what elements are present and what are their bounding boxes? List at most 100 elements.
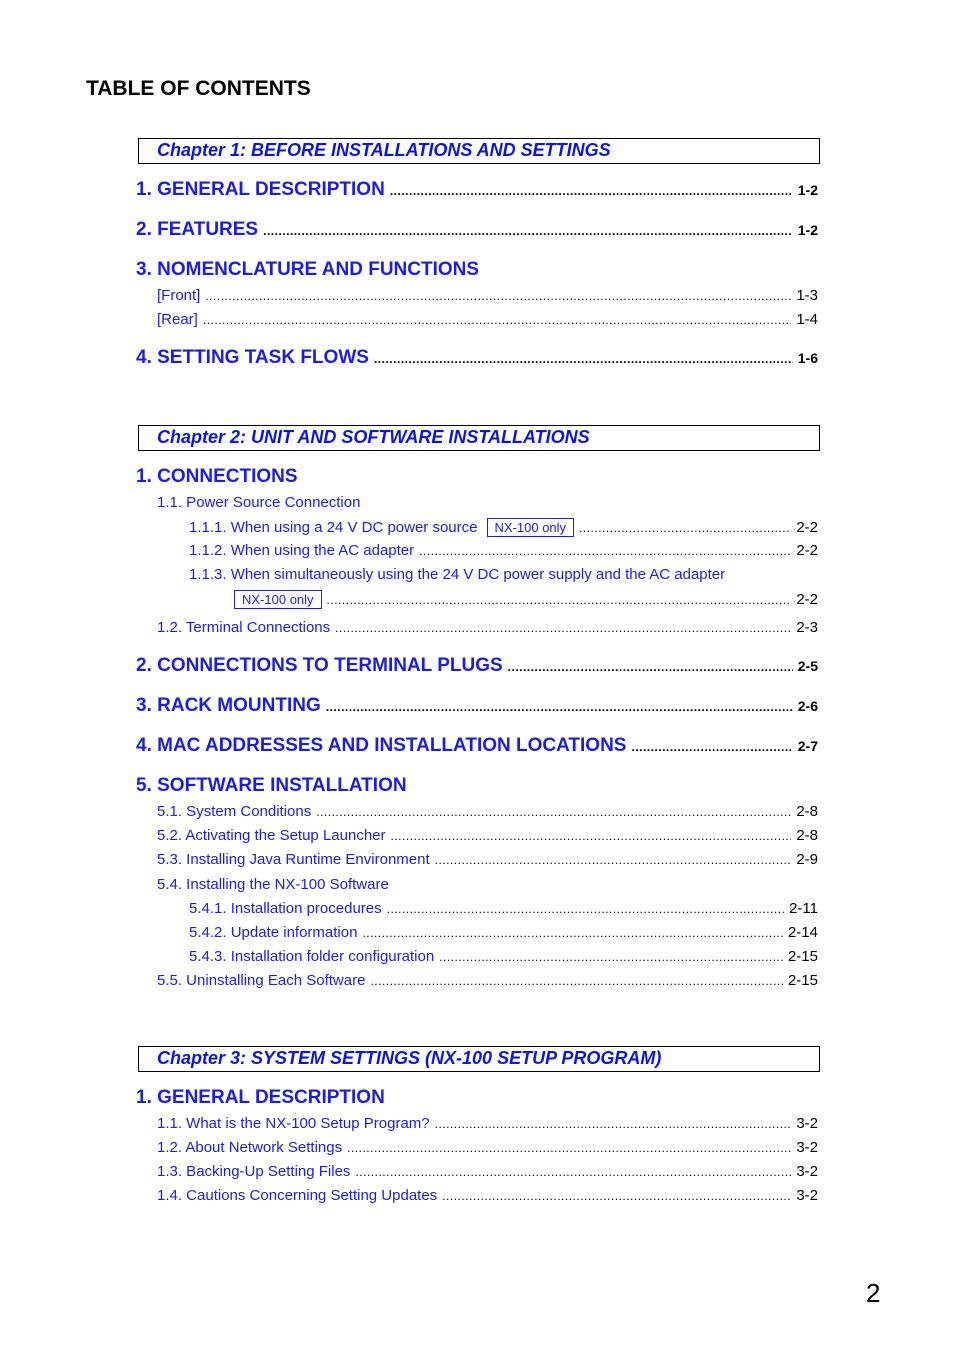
toc-page: 1-2	[797, 222, 818, 238]
toc-entry[interactable]: 4. SETTING TASK FLOWS 1-6	[136, 347, 818, 369]
toc-entry[interactable]: 1.4. Cautions Concerning Setting Updates…	[157, 1187, 818, 1204]
toc-label: 4. SETTING TASK FLOWS	[136, 347, 369, 368]
toc-label: 4. MAC ADDRESSES AND INSTALLATION LOCATI…	[136, 735, 627, 756]
toc-entry[interactable]: [Rear] 1-4	[157, 311, 818, 328]
toc-page: 1-4	[796, 311, 818, 328]
leader-dots	[631, 740, 792, 754]
toc-page: 2-8	[796, 803, 818, 820]
toc-label: 1.2. Terminal Connections	[157, 619, 331, 636]
toc-subsection-heading[interactable]: 5.4. Installing the NX-100 Software	[157, 876, 389, 893]
toc-page: 2-8	[796, 827, 818, 844]
chapter-1-heading: Chapter 1: BEFORE INSTALLATIONS AND SETT…	[138, 138, 820, 164]
toc-section-heading[interactable]: 5. SOFTWARE INSTALLATION	[136, 775, 407, 797]
nx100-only-badge: NX-100 only	[486, 518, 575, 537]
toc-entry[interactable]: 5.4.1. Installation procedures 2-11	[189, 900, 818, 917]
toc-entry[interactable]: [Front] 1-3	[157, 287, 818, 304]
chapter-heading-text: Chapter 1: BEFORE INSTALLATIONS AND SETT…	[157, 140, 611, 160]
leader-dots	[387, 902, 784, 916]
toc-label[interactable]: 1.1.3. When simultaneously using the 24 …	[189, 566, 725, 583]
leader-dots	[355, 1165, 791, 1179]
toc-entry[interactable]: 3. RACK MOUNTING 2-6	[136, 695, 818, 717]
toc-label: 1.4. Cautions Concerning Setting Updates	[157, 1187, 438, 1204]
toc-entry[interactable]: 1. GENERAL DESCRIPTION 1-2	[136, 179, 818, 201]
toc-page: 2-5	[797, 658, 818, 674]
leader-dots	[390, 184, 793, 198]
toc-label: 1.1.2. When using the AC adapter	[189, 542, 415, 559]
toc-section-heading[interactable]: 1. CONNECTIONS	[136, 466, 298, 488]
leader-dots	[370, 974, 783, 988]
toc-label: 1.3. Backing-Up Setting Files	[157, 1163, 351, 1180]
toc-page: 1-2	[797, 182, 818, 198]
page-title: TABLE OF CONTENTS	[86, 77, 311, 100]
leader-dots	[374, 352, 793, 366]
toc-label: 1.1.1. When using a 24 V DC power source	[189, 519, 478, 536]
toc-label: 5.4.3. Installation folder configuration	[189, 948, 435, 965]
toc-page: 2-6	[797, 698, 818, 714]
leader-dots	[419, 544, 791, 558]
toc-subsection-heading[interactable]: 1.1. Power Source Connection	[157, 494, 360, 511]
toc-page: 2-7	[797, 738, 818, 754]
toc-entry[interactable]: 5.4.2. Update information 2-14	[189, 924, 818, 941]
toc-label: 5.2. Activating the Setup Launcher	[157, 827, 386, 844]
toc-page: 2-9	[796, 851, 818, 868]
toc-page: 2-2	[796, 591, 818, 608]
leader-dots	[579, 521, 791, 535]
toc-entry[interactable]: 1.2. Terminal Connections 2-3	[157, 619, 818, 636]
leader-dots	[263, 224, 793, 238]
toc-entry[interactable]: 5.4.3. Installation folder configuration…	[189, 948, 818, 965]
toc-page: 2-2	[796, 519, 818, 536]
toc-label: 5.4.2. Update information	[189, 924, 358, 941]
leader-dots	[203, 313, 791, 327]
toc-entry[interactable]: 1.1.1. When using a 24 V DC power source…	[189, 518, 818, 537]
leader-dots	[362, 926, 783, 940]
toc-entry[interactable]: 5.2. Activating the Setup Launcher 2-8	[157, 827, 818, 844]
toc-label: 2. CONNECTIONS TO TERMINAL PLUGS	[136, 655, 503, 676]
toc-label: 1. GENERAL DESCRIPTION	[136, 179, 385, 200]
leader-dots	[316, 805, 791, 819]
toc-entry[interactable]: 1.1. What is the NX-100 Setup Program? 3-…	[157, 1115, 818, 1132]
page-number: 2	[866, 1278, 881, 1308]
leader-dots	[335, 621, 791, 635]
toc-entry[interactable]: 1.3. Backing-Up Setting Files 3-2	[157, 1163, 818, 1180]
leader-dots	[326, 700, 793, 714]
toc-entry[interactable]: NX-100 only 2-2	[224, 590, 818, 609]
nx100-only-badge: NX-100 only	[234, 590, 322, 609]
toc-label: 1.2. About Network Settings	[157, 1139, 343, 1156]
toc-label: [Rear]	[157, 311, 198, 328]
toc-section-heading[interactable]: 1. GENERAL DESCRIPTION	[136, 1087, 385, 1109]
leader-dots	[347, 1141, 791, 1155]
toc-entry[interactable]: 2. FEATURES 1-2	[136, 219, 818, 241]
toc-label: 3. RACK MOUNTING	[136, 695, 321, 716]
toc-label: 5.4.1. Installation procedures	[189, 900, 382, 917]
toc-label: 5.1. System Conditions	[157, 803, 312, 820]
toc-label: 5.3. Installing Java Runtime Environment	[157, 851, 430, 868]
toc-entry[interactable]: 5.1. System Conditions 2-8	[157, 803, 818, 820]
toc-entry[interactable]: 4. MAC ADDRESSES AND INSTALLATION LOCATI…	[136, 735, 818, 757]
toc-entry[interactable]: 1.2. About Network Settings 3-2	[157, 1139, 818, 1156]
toc-page: 3-2	[796, 1187, 818, 1204]
toc-entry[interactable]: 2. CONNECTIONS TO TERMINAL PLUGS 2-5	[136, 655, 818, 677]
toc-entry[interactable]: 5.3. Installing Java Runtime Environment…	[157, 851, 818, 868]
leader-dots	[205, 289, 791, 303]
leader-dots	[442, 1189, 791, 1203]
toc-page: 2-11	[789, 900, 818, 917]
toc-label: 5.5. Uninstalling Each Software	[157, 972, 366, 989]
leader-dots	[508, 660, 793, 674]
toc-page: 1-6	[797, 350, 818, 366]
toc-page: 3-2	[796, 1115, 818, 1132]
chapter-3-heading: Chapter 3: SYSTEM SETTINGS (NX-100 SETUP…	[138, 1046, 820, 1072]
chapter-2-heading: Chapter 2: UNIT AND SOFTWARE INSTALLATIO…	[138, 425, 820, 451]
toc-entry[interactable]: 1.1.2. When using the AC adapter 2-2	[189, 542, 818, 559]
toc-page: 2-2	[796, 542, 818, 559]
toc-page: 2-3	[796, 619, 818, 636]
toc-page: 2-15	[787, 972, 818, 989]
toc-label: 2. FEATURES	[136, 219, 259, 240]
leader-dots	[435, 853, 792, 867]
toc-section-heading[interactable]: 3. NOMENCLATURE AND FUNCTIONS	[136, 259, 479, 281]
chapter-heading-text: Chapter 3: SYSTEM SETTINGS (NX-100 SETUP…	[157, 1048, 662, 1068]
toc-page: 3-2	[796, 1139, 818, 1156]
toc-entry[interactable]: 5.5. Uninstalling Each Software 2-15	[157, 972, 818, 989]
toc-page: 2-14	[787, 924, 818, 941]
chapter-heading-text: Chapter 2: UNIT AND SOFTWARE INSTALLATIO…	[157, 427, 590, 447]
leader-dots	[391, 829, 792, 843]
